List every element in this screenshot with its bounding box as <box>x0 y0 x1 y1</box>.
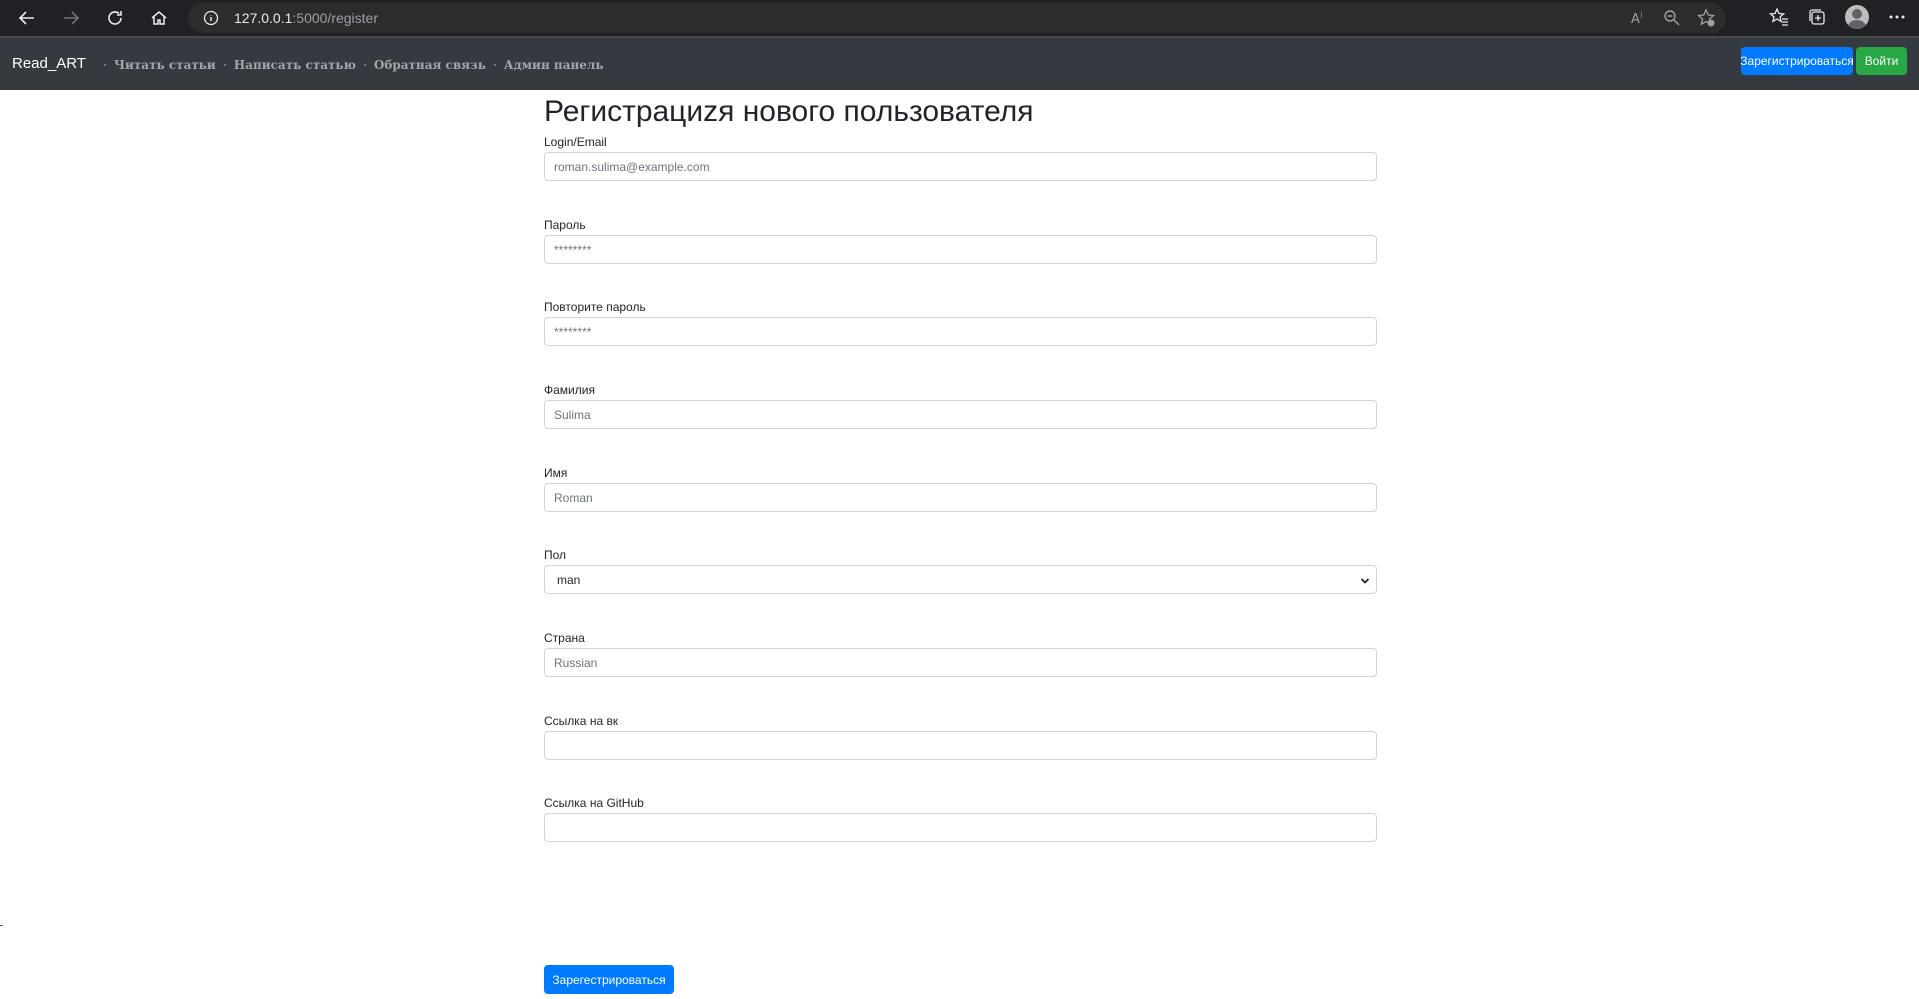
repeat-password-group: Повторите пароль ******** <box>544 299 1377 346</box>
info-icon[interactable] <box>202 9 220 27</box>
collections-icon[interactable] <box>1807 7 1827 27</box>
login-button[interactable]: Войти <box>1856 47 1907 75</box>
github-link-group: Ссылка на GitHub <box>544 795 1377 842</box>
password-group: Пароль ******** <box>544 217 1377 264</box>
forward-arrow-icon[interactable] <box>58 5 84 31</box>
country-group: Страна Russian <box>544 630 1377 677</box>
browser-toolbar: 127.0.0.1:5000/register A) <box>0 0 1919 36</box>
name-group: Имя Roman <box>544 465 1377 512</box>
brand-link[interactable]: Read_ART <box>12 55 86 72</box>
nav-link-write-article[interactable]: Написать статью <box>234 58 356 72</box>
field-label: Имя <box>544 466 568 480</box>
url-path: :5000/register <box>292 10 378 26</box>
nav-separator <box>493 64 496 66</box>
nav-links: Читать статьи Написать статью Обратная с… <box>96 58 604 72</box>
field-label: Пол <box>544 548 567 562</box>
field-label: Фамилия <box>544 383 595 397</box>
password-input[interactable]: ******** <box>544 235 1377 264</box>
stray-mark <box>0 925 3 926</box>
gender-select-value: man <box>557 572 581 587</box>
chevron-down-icon <box>1360 575 1370 589</box>
nav-link-feedback[interactable]: Обратная связь <box>374 58 486 72</box>
nav-link-read-articles[interactable]: Читать статьи <box>114 58 216 72</box>
home-icon[interactable] <box>146 5 172 31</box>
nav-separator <box>223 64 226 66</box>
gender-group: Пол man <box>544 547 1377 594</box>
address-bar[interactable]: 127.0.0.1:5000/register A) <box>188 3 1726 33</box>
url-host: 127.0.0.1 <box>234 10 293 26</box>
login-email-group: Login/Email roman.sulima@example.com <box>544 134 1377 181</box>
github-link-input[interactable] <box>544 813 1377 842</box>
svg-text:): ) <box>1640 11 1643 19</box>
profile-avatar-icon[interactable] <box>1845 5 1869 29</box>
country-input[interactable]: Russian <box>544 648 1377 677</box>
field-label: Ссылка на GitHub <box>544 796 644 810</box>
field-label: Страна <box>544 631 585 645</box>
field-label: Login/Email <box>544 135 607 149</box>
zoom-out-icon[interactable] <box>1662 8 1682 28</box>
url-text: 127.0.0.1:5000/register <box>234 10 378 26</box>
svg-text:A: A <box>1631 12 1640 27</box>
name-input[interactable]: Roman <box>544 483 1377 512</box>
read-aloud-icon[interactable]: A) <box>1628 8 1648 28</box>
field-label: Повторите пароль <box>544 300 646 314</box>
add-favorite-icon[interactable] <box>1696 8 1716 28</box>
surname-input[interactable]: Sulima <box>544 400 1377 429</box>
surname-group: Фамилия Sulima <box>544 382 1377 429</box>
page-title: Регистрациzя нового пользователя <box>544 95 1034 128</box>
login-email-input[interactable]: roman.sulima@example.com <box>544 152 1377 181</box>
vk-link-input[interactable] <box>544 731 1377 760</box>
vk-link-group: Ссылка на вк <box>544 713 1377 760</box>
submit-register-button[interactable]: Зарегестрироваться <box>544 965 674 994</box>
favorites-icon[interactable] <box>1769 7 1789 27</box>
nav-separator <box>104 64 106 66</box>
reload-icon[interactable] <box>102 5 128 31</box>
register-button[interactable]: Зарегистрироваться <box>1740 47 1854 75</box>
repeat-password-input[interactable]: ******** <box>544 317 1377 346</box>
more-menu-icon[interactable] <box>1887 7 1907 27</box>
nav-link-admin-panel[interactable]: Админ панель <box>504 58 604 72</box>
site-navbar: Read_ART Читать статьи Написать статью О… <box>0 36 1919 90</box>
nav-separator <box>363 64 366 66</box>
gender-select[interactable]: man <box>544 565 1377 594</box>
back-arrow-icon[interactable] <box>14 5 40 31</box>
field-label: Ссылка на вк <box>544 714 619 728</box>
field-label: Пароль <box>544 218 586 232</box>
